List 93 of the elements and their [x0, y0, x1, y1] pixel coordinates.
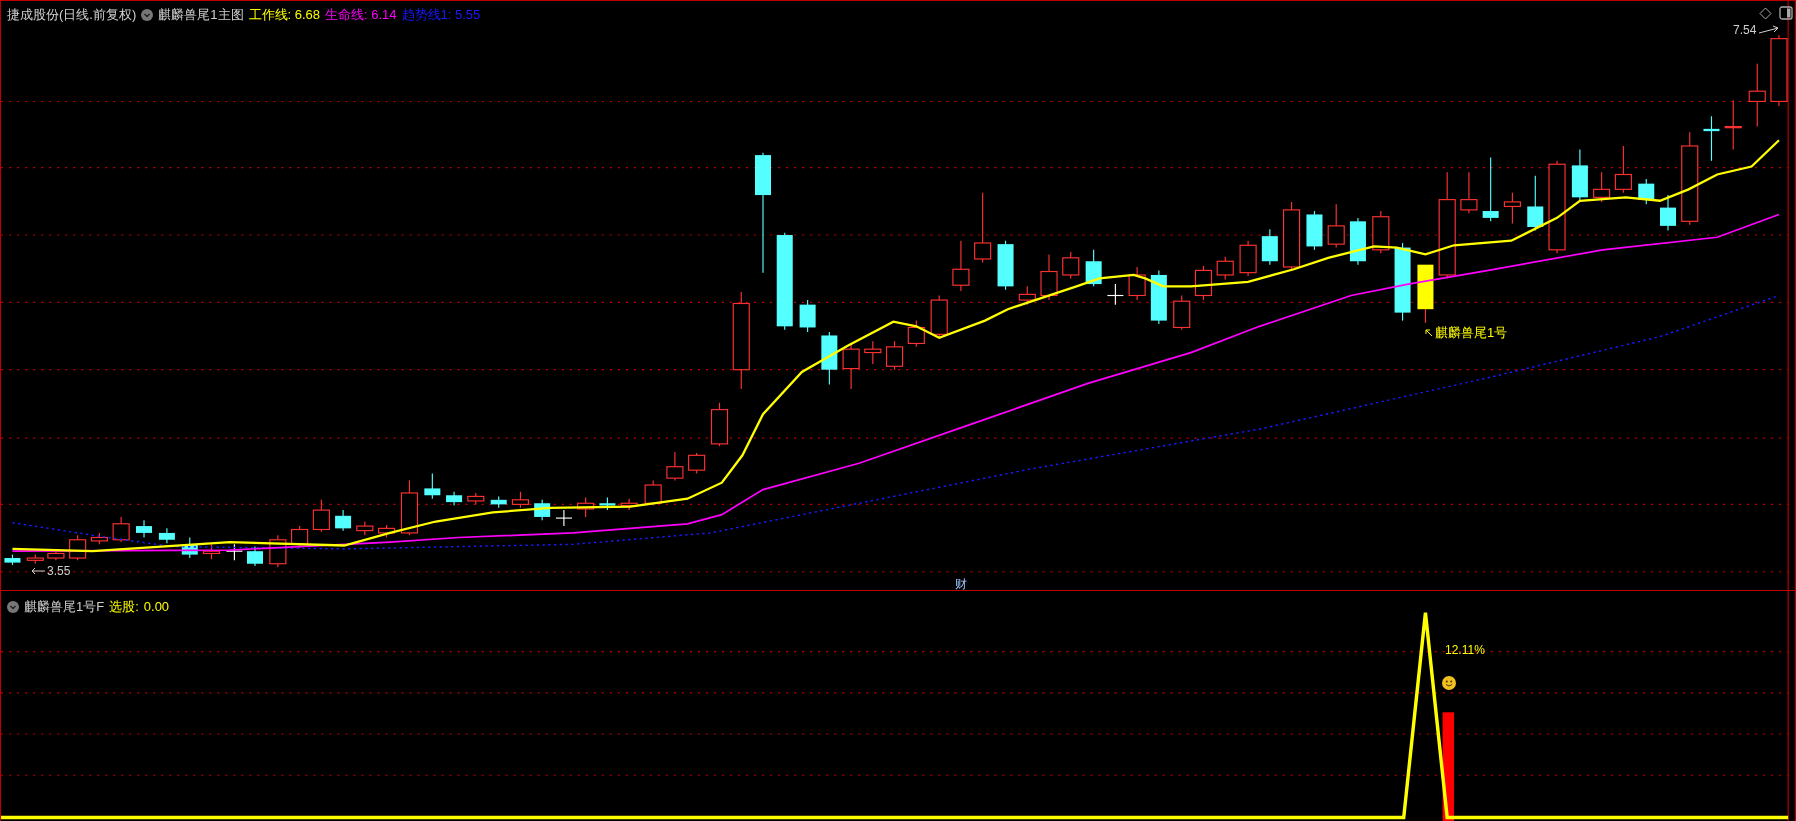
candlestick: [136, 519, 153, 539]
smiley-icon: [1442, 676, 1456, 690]
candlestick: [47, 549, 65, 561]
candlestick: [400, 479, 419, 536]
candlestick: [666, 451, 684, 481]
arrow-icon: [1758, 25, 1781, 35]
candlestick: [202, 543, 221, 560]
candlestick: [864, 340, 882, 365]
candlestick: [378, 524, 396, 539]
line-value: 生命线: 6.14: [325, 6, 397, 24]
value-text: 0.00: [143, 598, 170, 616]
candlestick: [1327, 203, 1345, 249]
candlestick: [1660, 194, 1676, 231]
stock-title: 捷成股份(日线.前复权): [7, 6, 137, 24]
candlestick: [312, 499, 330, 533]
candlestick: [158, 527, 175, 544]
candlestick: [644, 479, 662, 507]
candlestick: [1018, 285, 1036, 306]
candlestick: [335, 509, 352, 532]
candlestick: [356, 520, 374, 536]
candlestick: [1040, 253, 1058, 301]
candlestick: [974, 192, 992, 263]
candlestick: [799, 299, 816, 333]
candlestick: [1482, 156, 1499, 222]
arrow-icon: [1425, 328, 1433, 337]
candlestick: [467, 492, 485, 505]
line-value: 趋势线1: 5.55: [401, 6, 481, 24]
chevron-down-icon[interactable]: [141, 8, 154, 21]
candlestick: [1261, 228, 1278, 266]
candlestick: [1638, 178, 1655, 205]
candlestick: [952, 240, 970, 292]
candlestick: [181, 536, 198, 559]
candlestick: [620, 498, 638, 511]
candlestick: [1128, 266, 1146, 301]
line-value: 工作线: 6.68: [248, 6, 321, 24]
candlestick: [555, 509, 573, 527]
candlestick: [997, 240, 1014, 291]
candlestick: [930, 294, 948, 339]
signal-label: 麒麟兽尾1号: [1435, 324, 1508, 342]
candlestick: [26, 554, 44, 565]
candlestick: [511, 491, 530, 509]
gain-label: 12.11%: [1445, 642, 1485, 659]
value-label: 选股:: [109, 598, 139, 616]
indicator-title: 麒麟兽尾1号F: [24, 598, 105, 616]
candlestick: [446, 491, 463, 507]
candlestick: [1062, 251, 1080, 279]
candlestick: [1372, 210, 1390, 254]
candlestick: [490, 495, 507, 509]
candlestick: [291, 525, 309, 549]
candlestick: [1239, 240, 1257, 277]
candlestick: [1085, 249, 1102, 287]
candlestick: [821, 331, 838, 386]
candlestick: [1306, 210, 1323, 251]
candlestick: [710, 402, 729, 447]
diamond-icon[interactable]: [1759, 7, 1772, 20]
candlestick: [1503, 192, 1521, 225]
candlestick: [599, 496, 616, 511]
candlestick: [1173, 294, 1191, 331]
candlestick: [1106, 283, 1124, 306]
candlestick: [1283, 201, 1301, 271]
candlestick: [1593, 171, 1611, 203]
candlestick: [225, 543, 243, 561]
candlestick: [424, 473, 441, 500]
candlestick: [112, 516, 130, 543]
candlestick: [1460, 171, 1478, 214]
candlestick: [4, 554, 21, 566]
chevron-down-icon[interactable]: [7, 600, 19, 613]
candlestick: [907, 320, 925, 348]
candlestick: [1724, 99, 1742, 150]
candlestick: [1571, 148, 1588, 202]
candlestick: [247, 546, 263, 567]
axis-mark: 财: [955, 576, 967, 593]
candlestick: [1703, 115, 1720, 162]
indicator-title: 麒麟兽尾1主图: [158, 6, 244, 24]
arrow-icon: [31, 567, 45, 575]
high-price-label: 7.54: [1733, 22, 1757, 39]
candlestick: [577, 496, 595, 518]
candlestick: [1150, 269, 1167, 325]
candlestick: [886, 340, 904, 371]
candlestick: [1349, 217, 1366, 266]
candlestick: [1417, 264, 1434, 324]
candlestick: [534, 499, 551, 521]
candlestick: [1748, 63, 1766, 128]
candlestick: [69, 534, 87, 561]
candlestick: [90, 532, 108, 545]
candlestick: [688, 452, 706, 475]
candlestick: [1194, 265, 1213, 301]
candlestick: [269, 534, 287, 568]
candlestick: [1216, 256, 1234, 281]
candlestick: [842, 342, 860, 390]
low-price-label: 3.55: [47, 563, 71, 580]
window-icon[interactable]: [1779, 6, 1793, 20]
candlestick: [1614, 145, 1632, 194]
